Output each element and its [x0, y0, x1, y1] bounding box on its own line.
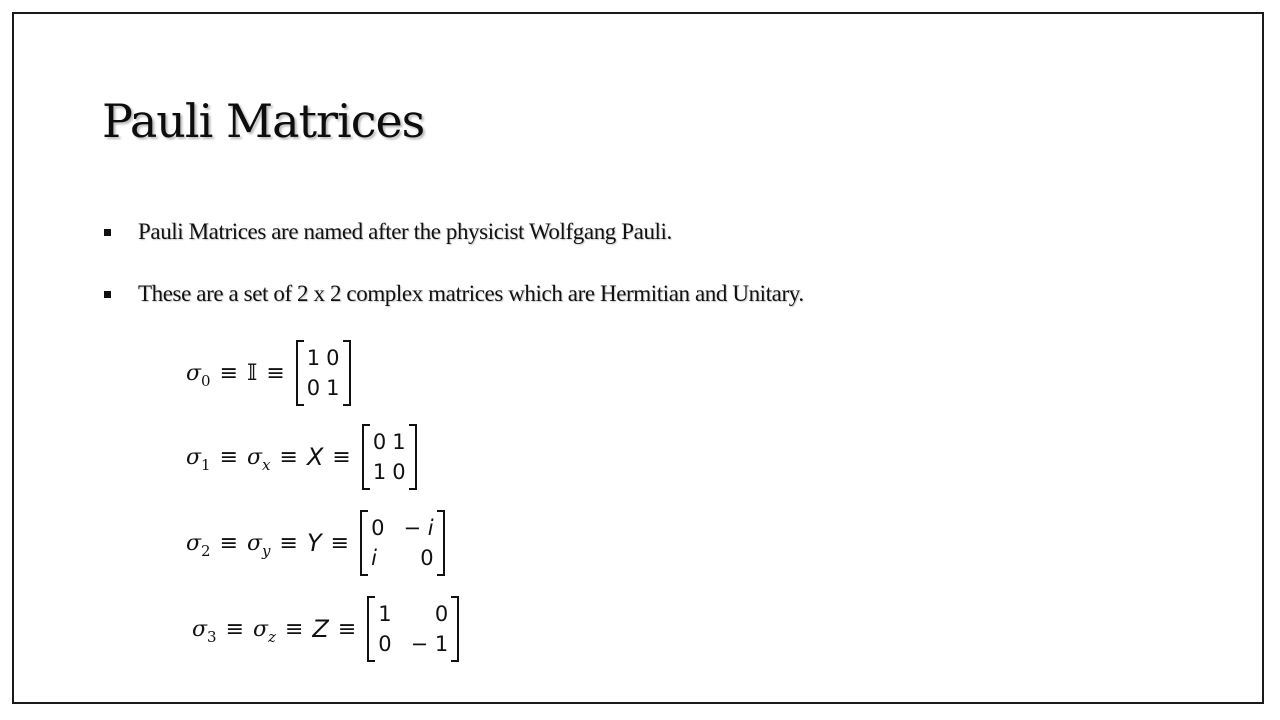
equiv-sign: ≡ [219, 444, 239, 470]
pauli-letter: Y [306, 529, 322, 557]
identity-symbol: 𝕀 [247, 360, 258, 386]
equiv-sign: ≡ [284, 616, 304, 642]
equiv-sign: ≡ [225, 616, 245, 642]
equation-sigma-1: σ1 ≡ σx ≡ X ≡ 0 1 1 0 [186, 424, 417, 490]
equiv-sign: ≡ [332, 444, 351, 470]
matrix-cell: 0 [372, 430, 387, 454]
bullet-text: Pauli Matrices are named after the physi… [138, 219, 672, 244]
matrix-cell: 0 [420, 546, 434, 570]
matrix-cell: 0 [371, 516, 385, 540]
matrix: 1 0 0 − 1 [367, 596, 460, 662]
equiv-sign: ≡ [279, 444, 298, 470]
equation-sigma-3: σ3 ≡ σz ≡ Z ≡ 1 0 0 − 1 [192, 596, 460, 662]
equiv-sign: ≡ [279, 530, 298, 556]
equiv-sign: ≡ [219, 530, 239, 556]
matrix-cell: 1 [392, 430, 406, 454]
sigma-symbol: σ2 [186, 530, 211, 560]
matrix-cell: 0 [326, 346, 340, 370]
matrix: 1 0 0 1 [295, 340, 351, 406]
matrix-cell: 1 [306, 346, 321, 370]
slide-title: Pauli Matrices [102, 94, 425, 148]
equiv-sign: ≡ [337, 616, 357, 642]
matrix: 0 − i i 0 [360, 510, 446, 576]
equiv-sign: ≡ [219, 360, 239, 386]
equiv-sign: ≡ [266, 360, 285, 386]
bullet-marker-icon [104, 291, 111, 298]
matrix-cell: 1 [326, 376, 340, 400]
sigma-symbol: σ0 [186, 360, 211, 390]
matrix-cell: 1 [372, 460, 387, 484]
bullet-marker-icon [104, 229, 111, 236]
equation-sigma-0: σ0 ≡ 𝕀 ≡ 1 0 0 1 [186, 340, 351, 406]
matrix-cell: 0 [306, 376, 321, 400]
equation-sigma-2: σ2 ≡ σy ≡ Y ≡ 0 − i i 0 [186, 510, 446, 576]
sigma-symbol: σ3 [192, 616, 217, 646]
bullet-text: These are a set of 2 x 2 complex matrice… [138, 281, 804, 306]
sigma-axis-symbol: σy [247, 530, 271, 560]
matrix-cell: i [371, 546, 377, 570]
sigma-axis-symbol: σx [247, 444, 271, 474]
sigma-axis-symbol: σz [253, 616, 276, 646]
matrix-cell: − 1 [410, 632, 449, 656]
matrix: 0 1 1 0 [361, 424, 417, 490]
equiv-sign: ≡ [330, 530, 350, 556]
slide: Pauli Matrices Pauli Matrices are named … [12, 12, 1264, 704]
matrix-cell: 0 [378, 632, 392, 656]
matrix-cell: 0 [434, 602, 449, 626]
pauli-letter: X [306, 443, 324, 471]
pauli-letter: Z [312, 615, 329, 643]
sigma-symbol: σ1 [186, 444, 211, 474]
matrix-cell: 0 [392, 460, 406, 484]
matrix-cell: 1 [378, 602, 392, 626]
matrix-cell: − i [403, 516, 434, 540]
